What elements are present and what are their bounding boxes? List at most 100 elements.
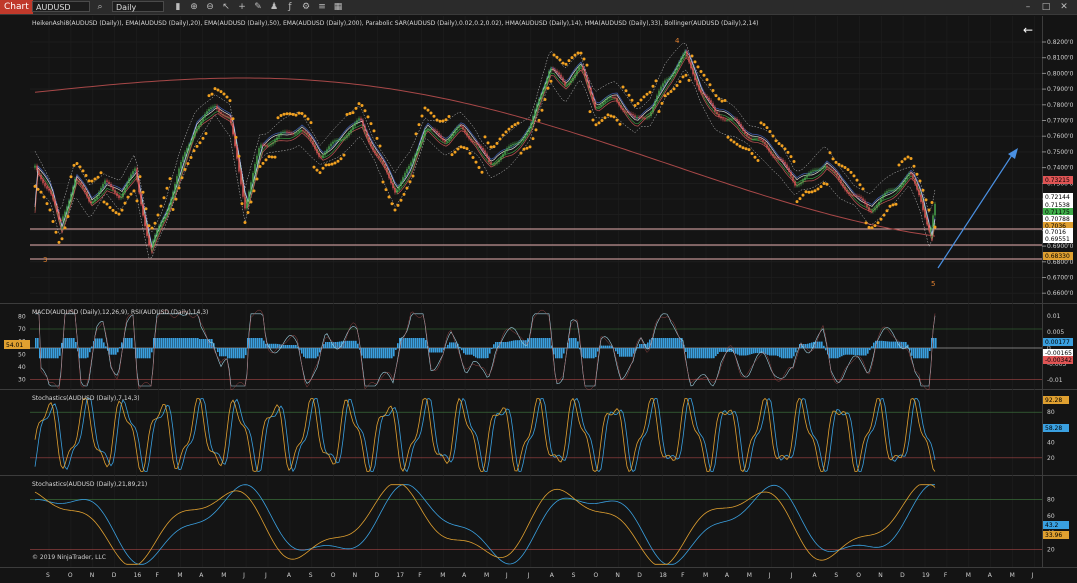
candle <box>802 180 804 183</box>
macd-histogram-bar <box>371 348 373 359</box>
sar-dot <box>507 127 511 131</box>
back-arrow-icon[interactable]: ← <box>1023 23 1033 37</box>
macd-histogram-bar <box>379 348 381 359</box>
price-tag-text: 0.71175 <box>1045 209 1070 216</box>
sar-dot <box>276 116 280 120</box>
sar-dot <box>807 190 811 194</box>
sar-dot <box>33 184 37 188</box>
candle <box>530 122 532 129</box>
macd-histogram-bar <box>655 338 657 349</box>
macd-histogram-bar <box>69 338 71 349</box>
sar-dot <box>216 88 220 92</box>
macd-histogram-bar <box>57 348 59 359</box>
macd-histogram-bar <box>233 348 235 359</box>
sar-dot <box>246 211 250 215</box>
candle <box>396 189 398 193</box>
candle <box>200 121 202 126</box>
candle <box>572 78 574 81</box>
candle <box>380 157 382 161</box>
sar-dot <box>258 164 262 168</box>
time-axis-label: 16 <box>134 572 142 579</box>
sar-dot <box>909 157 913 161</box>
sar-dot <box>888 204 892 208</box>
macd-histogram-bar <box>695 348 697 359</box>
candle <box>446 140 448 143</box>
chart-canvas[interactable]: 4 3 5 HeikenAshi8(AUDUSD (Daily)), EMA(A… <box>0 0 1077 583</box>
candle <box>726 119 728 121</box>
candle <box>364 125 366 132</box>
macd-histogram-bar <box>473 348 475 357</box>
time-axis[interactable]: S O N D 16 F M A M J J A S O N D 17 F M A M J J A S O N D 18 F M A M J J A S… <box>46 572 1034 579</box>
candle <box>152 240 154 247</box>
candle <box>500 157 502 160</box>
price-tag-text: 0.7016 <box>1045 229 1066 236</box>
candle <box>50 190 52 195</box>
stoch-tag-text: 33.96 <box>1045 532 1062 539</box>
candle <box>514 143 516 145</box>
candle <box>476 142 478 145</box>
macd-histogram-bar <box>747 348 749 356</box>
rsi-tick-label: 40 <box>18 364 26 371</box>
sar-dot <box>612 115 616 119</box>
macd-histogram-bar <box>87 348 89 358</box>
sar-dot <box>483 135 487 139</box>
time-axis-label: N <box>90 572 95 579</box>
sar-dot <box>312 165 316 169</box>
sar-dot <box>492 145 496 149</box>
sar-dot <box>804 190 808 194</box>
candle <box>924 210 926 218</box>
sar-dot <box>129 192 133 196</box>
candle <box>466 132 468 136</box>
macd-histogram-bar <box>533 338 535 349</box>
candle <box>104 180 106 184</box>
candle <box>930 227 932 231</box>
macd-histogram-bar <box>413 338 415 349</box>
candle <box>568 82 570 85</box>
price-tick-label: 0.6700'0 <box>1047 275 1074 282</box>
candle <box>186 148 188 153</box>
candle <box>918 189 920 196</box>
macd-histogram-bar <box>201 339 203 349</box>
stoch-tag-text: 58.28 <box>1045 425 1062 432</box>
candle <box>352 126 354 130</box>
candle <box>44 183 46 187</box>
sar-dot <box>678 80 682 84</box>
macd-histogram-bar <box>593 348 595 359</box>
sar-dot <box>534 128 538 132</box>
macd-histogram-bar <box>319 348 321 353</box>
candle <box>330 143 332 147</box>
sar-dot <box>36 187 40 191</box>
candle <box>292 133 294 135</box>
sar-dot <box>906 155 910 159</box>
time-axis-label: M <box>703 572 708 579</box>
macd-histogram-bar <box>495 342 497 349</box>
candle <box>54 199 56 206</box>
macd-histogram-bar <box>779 348 781 358</box>
candle <box>892 189 894 191</box>
sar-dot <box>234 135 238 139</box>
time-axis-label: F <box>418 572 422 579</box>
stochastics-slow-panel[interactable] <box>30 477 1042 567</box>
candle <box>858 195 860 197</box>
macd-histogram-bar <box>97 338 99 349</box>
macd-histogram-bar <box>179 338 181 349</box>
candle <box>510 145 512 147</box>
macd-histogram-bar <box>749 348 751 355</box>
candle <box>730 118 732 120</box>
candle <box>654 100 656 107</box>
sar-dot <box>918 179 922 183</box>
sar-dot <box>264 158 268 162</box>
sar-dot <box>381 180 385 184</box>
sar-dot <box>513 123 517 127</box>
sar-dot <box>63 226 67 230</box>
macd-histogram-bar <box>773 348 775 356</box>
sar-dot <box>243 221 247 225</box>
macd-histogram-bar <box>127 338 129 349</box>
candle <box>662 83 664 87</box>
candle <box>156 229 158 236</box>
macd-histogram-bar <box>481 348 483 359</box>
candle <box>556 70 558 73</box>
time-axis-label: 18 <box>659 572 667 579</box>
macd-histogram-bar <box>91 346 93 349</box>
sar-dot <box>549 79 553 83</box>
